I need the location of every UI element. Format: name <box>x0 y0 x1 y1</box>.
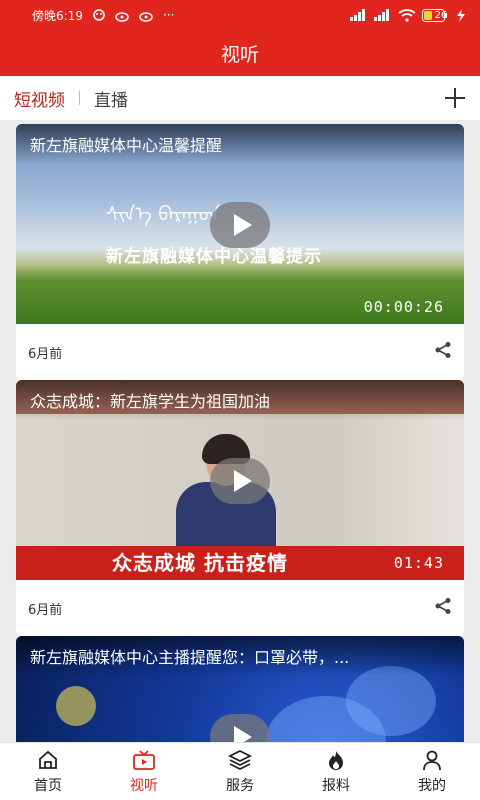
video-thumbnail[interactable]: 新左旗融媒体中心温馨提醒 ᠰᠢᠨ᠎ᠡ ᠪᠠᠷᠠᠭᠤᠨ 新左旗融媒体中心温馨提示 … <box>16 124 464 324</box>
video-thumbnail[interactable]: 新左旗融媒体中心主播提醒您：口罩必带，... <box>16 636 464 742</box>
play-icon[interactable] <box>210 202 270 248</box>
video-card[interactable]: 众志成城：新左旗学生为祖国加油 众志成城 抗击疫情 01:43 6月前 <box>16 380 464 636</box>
video-duration: 00:00:26 <box>363 298 444 316</box>
flame-icon <box>324 748 348 772</box>
share-icon[interactable] <box>434 341 452 363</box>
video-age: 6月前 <box>28 346 63 362</box>
video-title: 众志成城：新左旗学生为祖国加油 <box>16 380 464 420</box>
video-card[interactable]: 新左旗融媒体中心温馨提醒 ᠰᠢᠨ᠎ᠡ ᠪᠠᠷᠠᠭᠤᠨ 新左旗融媒体中心温馨提示 … <box>16 124 464 380</box>
play-icon[interactable] <box>210 714 270 742</box>
share-icon[interactable] <box>434 597 452 619</box>
signal-icon <box>374 9 392 21</box>
layers-icon <box>228 748 252 772</box>
nav-media[interactable]: 视听 <box>96 743 192 800</box>
nav-label: 报料 <box>322 778 350 794</box>
nav-report[interactable]: 报料 <box>288 743 384 800</box>
more-notifications: ··· <box>162 8 175 22</box>
video-overlay-caption: 新左旗融媒体中心温馨提示 <box>106 247 322 267</box>
video-feed[interactable]: 新左旗融媒体中心温馨提醒 ᠰᠢᠨ᠎ᠡ ᠪᠠᠷᠠᠭᠤᠨ 新左旗融媒体中心温馨提示 … <box>0 120 480 742</box>
video-thumbnail[interactable]: 众志成城：新左旗学生为祖国加油 众志成城 抗击疫情 01:43 <box>16 380 464 580</box>
weibo-icon <box>139 8 155 22</box>
wifi-icon <box>398 8 416 22</box>
status-bar: 傍晚6:19 ··· 26 <box>0 0 480 30</box>
user-icon <box>420 748 444 772</box>
home-icon <box>36 748 60 772</box>
nav-label: 视听 <box>130 778 158 794</box>
video-overlay-caption: 众志成城 抗击疫情 <box>112 551 288 575</box>
signal-icon <box>350 9 368 21</box>
video-card[interactable]: 新左旗融媒体中心主播提醒您：口罩必带，... <box>16 636 464 742</box>
nav-label: 我的 <box>418 778 446 794</box>
bottom-nav: 首页 视听 服务 报料 我的 <box>0 742 480 800</box>
page-title: 视听 <box>220 43 259 66</box>
app-header: 视听 <box>0 30 480 76</box>
battery-level: 26 <box>434 9 448 21</box>
video-title: 新左旗融媒体中心主播提醒您：口罩必带，... <box>16 636 464 676</box>
weibo-icon <box>115 8 131 22</box>
card-footer: 6月前 <box>16 580 464 636</box>
notification-icon <box>91 8 107 22</box>
nav-services[interactable]: 服务 <box>192 743 288 800</box>
video-duration: 01:43 <box>393 554 444 572</box>
card-footer: 6月前 <box>16 324 464 380</box>
tab-live[interactable]: 直播 <box>94 86 128 111</box>
tab-divider <box>79 91 80 105</box>
video-age: 6月前 <box>28 602 63 618</box>
nav-label: 服务 <box>226 778 254 794</box>
status-time: 傍晚6:19 <box>32 8 83 23</box>
add-channel-button[interactable] <box>444 87 466 109</box>
nav-label: 首页 <box>34 778 62 794</box>
tv-icon <box>132 748 156 772</box>
tab-bar: 短视频 直播 <box>0 76 480 120</box>
tab-short-video[interactable]: 短视频 <box>14 86 65 111</box>
video-title: 新左旗融媒体中心温馨提醒 <box>16 124 464 164</box>
nav-home[interactable]: 首页 <box>0 743 96 800</box>
play-icon[interactable] <box>210 458 270 504</box>
nav-profile[interactable]: 我的 <box>384 743 480 800</box>
mongolian-script-decoration: ᠰᠢᠨ᠎ᠡ ᠪᠠᠷᠠᠭᠤᠨ <box>106 202 220 226</box>
charging-icon <box>456 8 466 22</box>
